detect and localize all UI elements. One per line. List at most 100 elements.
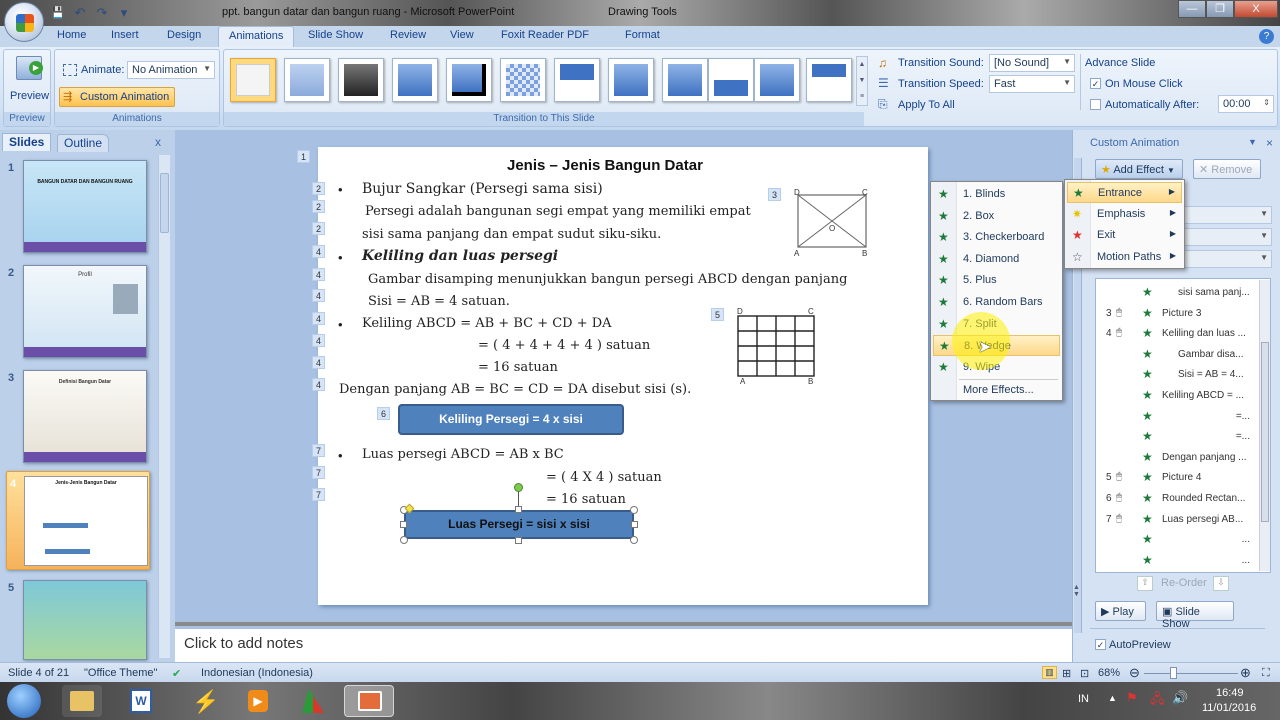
effect-speed-dropdown[interactable]: ▼ (1184, 250, 1272, 268)
automatically-after-checkbox[interactable] (1090, 99, 1101, 110)
tab-design[interactable]: Design (167, 29, 201, 41)
tab-slide-show[interactable]: Slide Show (308, 29, 363, 41)
animation-tag[interactable]: 5 (711, 308, 724, 321)
clock-date[interactable]: 11/01/2016 (1202, 702, 1256, 714)
taskbar-explorer-icon[interactable] (62, 685, 102, 717)
slide-text-line[interactable]: Keliling dan luas persegi (362, 248, 558, 264)
slide-text-line[interactable]: Gambar disamping menunjukkan bangun pers… (368, 272, 847, 287)
animation-list-scrollbar[interactable] (1259, 280, 1270, 571)
transition-fade-through-black[interactable] (338, 58, 384, 102)
resize-handle[interactable] (631, 521, 638, 528)
slide-text-line[interactable]: Bujur Sangkar (Persegi sama sisi) (362, 181, 603, 197)
taskbar-app-icon[interactable] (292, 685, 332, 717)
network-icon[interactable]: 🖧 (1150, 690, 1165, 712)
move-down-icon[interactable]: ⇩ (1213, 576, 1229, 591)
tab-home[interactable]: Home (57, 29, 86, 41)
spell-check-icon[interactable]: ✔ (172, 667, 181, 680)
undo-icon[interactable]: ↶ (72, 5, 88, 21)
play-button[interactable]: ▶ Play (1095, 601, 1146, 621)
slide-thumbnail-1[interactable]: BANGUN DATAR DAN BANGUN RUANG (23, 160, 147, 253)
effect-category-entrance[interactable]: ★ Entrance ▶ (1067, 182, 1182, 203)
animation-list-item[interactable]: 6 🖱 ★ Rounded Rectan... (1096, 489, 1256, 509)
redo-icon[interactable]: ↷ (94, 5, 110, 21)
taskbar-word-icon[interactable]: W (122, 685, 162, 717)
animation-list-item[interactable]: ★ Keliling ABCD = ... (1096, 386, 1256, 406)
slide-text-line[interactable]: = 16 satuan (478, 360, 558, 375)
slide-text-line[interactable]: Sisi = AB = 4 satuan. (368, 294, 510, 309)
slide-text-line[interactable]: = ( 4 X 4 ) satuan (546, 470, 662, 485)
effect-category-motion-paths[interactable]: ☆ Motion Paths ▶ (1067, 247, 1182, 268)
animation-list-item[interactable]: 4 🖱 ★ Keliling dan luas ... (1096, 324, 1256, 344)
resize-handle[interactable] (515, 506, 522, 513)
close-pane-icon[interactable]: x (155, 135, 161, 149)
slide-text-line[interactable]: Keliling ABCD = AB + BC + CD + DA (362, 316, 612, 331)
transition-fade-smoothly[interactable] (284, 58, 330, 102)
transition-speed-dropdown[interactable]: Fast ▼ (989, 75, 1075, 93)
zoom-slider-track[interactable] (1144, 673, 1238, 674)
tab-view[interactable]: View (450, 29, 474, 41)
animation-tag[interactable]: 4 (312, 356, 325, 369)
effect-menu-item[interactable]: ★ 6. Random Bars (933, 292, 1060, 313)
slide-text-line[interactable]: = 16 satuan (546, 492, 626, 507)
animation-tag[interactable]: 2 (312, 200, 325, 213)
theme-name[interactable]: "Office Theme" (84, 667, 157, 679)
animation-tag[interactable]: 4 (312, 245, 325, 258)
transition-wipe-down[interactable] (554, 58, 600, 102)
show-hidden-icons[interactable]: ▲ (1108, 693, 1117, 703)
tab-outline[interactable]: Outline (57, 134, 110, 152)
remove-button[interactable]: ✕ Remove (1193, 159, 1261, 179)
on-mouse-click-checkbox[interactable]: ✓ (1090, 78, 1101, 89)
animation-list-item[interactable]: ★... (1096, 551, 1256, 571)
slide-thumbnail-3[interactable]: Definisi Bangun Datar (23, 370, 147, 463)
transition-wipe-right[interactable] (662, 58, 708, 102)
zoom-out-icon[interactable]: ⊖ (1129, 665, 1140, 681)
keliling-formula-box[interactable]: Keliling Persegi = 4 x sisi (398, 404, 624, 435)
animation-list-item[interactable]: ★ Gambar disa... (1096, 345, 1256, 365)
resize-handle[interactable] (515, 537, 522, 544)
save-icon[interactable]: 💾 (50, 5, 66, 21)
tab-animations[interactable]: Animations (218, 26, 295, 47)
animate-dropdown[interactable]: No Animation ▼ (127, 61, 215, 79)
slide-thumbnail-2[interactable]: Profil (23, 265, 147, 358)
animation-list-item[interactable]: ★ Sisi = AB = 4... (1096, 365, 1256, 385)
animation-list-item[interactable]: ★ =... (1096, 427, 1256, 447)
action-center-icon[interactable]: ⚑ (1126, 690, 1138, 706)
minimize-button[interactable]: — (1178, 0, 1206, 18)
transition-cover-down[interactable] (806, 58, 852, 102)
rotate-handle[interactable] (514, 483, 523, 492)
automatically-after-spinner[interactable]: 00:00 ⇕ (1218, 95, 1274, 113)
slide-thumbnail-5[interactable] (23, 580, 147, 660)
square-grid-figure[interactable]: D C A B (732, 306, 822, 386)
animation-tag[interactable]: 6 (377, 407, 390, 420)
spinner-icon[interactable]: ⇕ (1263, 98, 1270, 107)
slides-scrollbar[interactable] (158, 155, 170, 658)
square-diagonals-figure[interactable]: D C A B O (790, 186, 875, 258)
transition-sound-dropdown[interactable]: [No Sound] ▼ (989, 54, 1075, 72)
office-button[interactable] (4, 2, 44, 42)
animation-tag[interactable]: 1 (297, 150, 310, 163)
animation-list-item[interactable]: 5 🖱 ★ Picture 4 (1096, 468, 1256, 488)
add-effect-button[interactable]: ★ Add Effect ▼ (1095, 159, 1183, 179)
animation-list-item[interactable]: 3 🖱 ★ Picture 3 (1096, 304, 1256, 324)
gallery-scroll[interactable]: ▲ ▼ ≡ (856, 56, 868, 106)
language-indicator[interactable]: Indonesian (Indonesia) (201, 667, 313, 679)
transition-dissolve[interactable] (500, 58, 546, 102)
resize-handle[interactable] (400, 521, 407, 528)
slide-thumbnail-4-selected[interactable]: 4 Jenis-Jenis Bangun Datar (6, 471, 150, 570)
fit-slide-icon[interactable]: ⛶ (1262, 667, 1270, 680)
tab-slides[interactable]: Slides (2, 133, 52, 151)
notes-pane[interactable]: Click to add notes (175, 626, 1072, 662)
resize-handle[interactable] (630, 536, 638, 544)
effect-start-dropdown[interactable]: ▼ (1184, 206, 1272, 224)
slide-text-line[interactable]: Dengan panjang AB = BC = CD = DA disebut… (339, 382, 691, 397)
slide-text-line[interactable]: sisi sama panjang dan empat sudut siku-s… (362, 227, 661, 242)
animation-list[interactable]: ★ sisi sama panj... 3 🖱 ★ Picture 3 4 🖱 ★ Kelilin… (1095, 278, 1271, 573)
clock-time[interactable]: 16:49 (1216, 687, 1244, 699)
tab-format[interactable]: Format (625, 29, 660, 41)
effect-menu-item[interactable]: ★ 9. Wipe (933, 357, 1060, 378)
move-up-icon[interactable]: ⇧ (1137, 576, 1153, 591)
animation-tag[interactable]: 4 (312, 268, 325, 281)
resize-handle[interactable] (630, 506, 638, 514)
transition-wipe-left[interactable] (608, 58, 654, 102)
transition-cut[interactable] (392, 58, 438, 102)
